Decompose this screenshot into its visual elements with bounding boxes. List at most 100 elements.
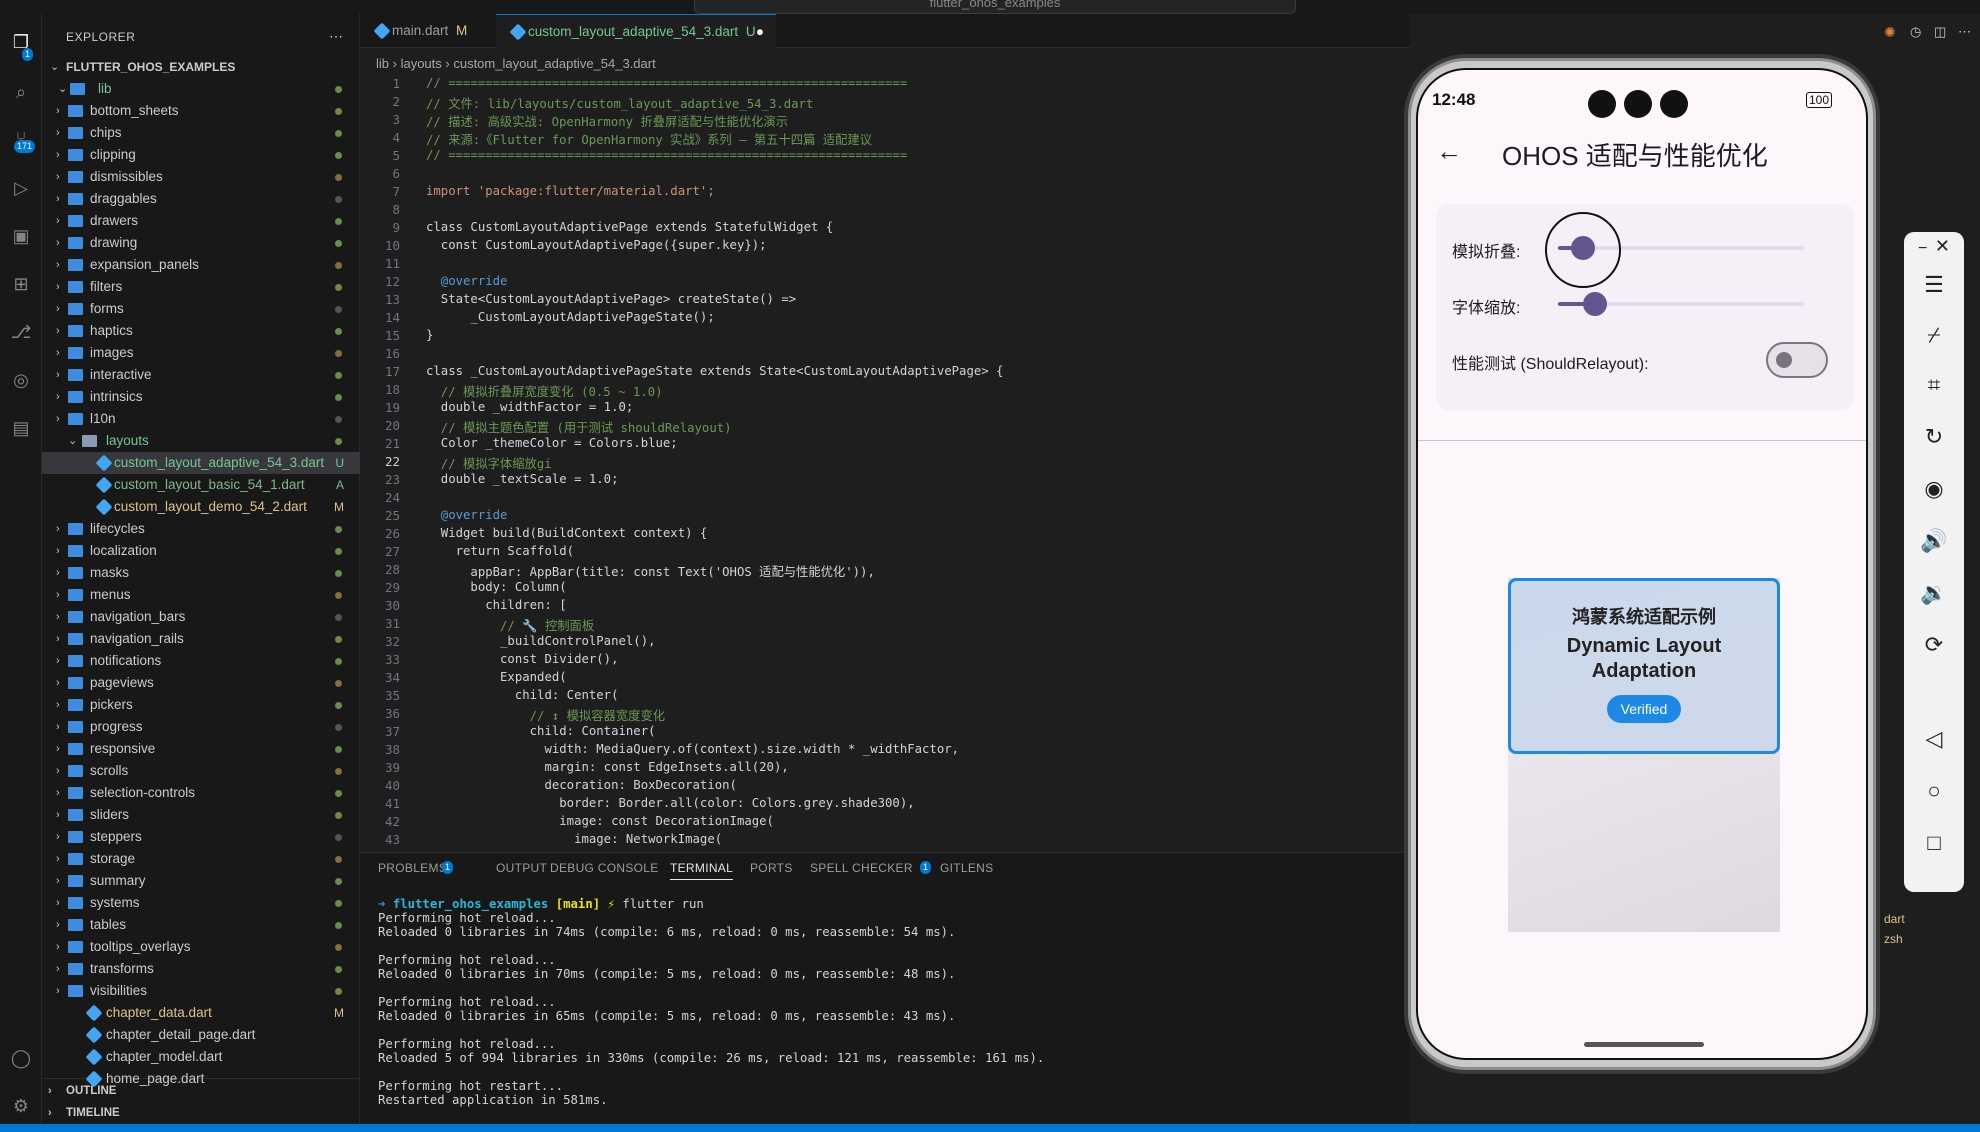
panel-tab[interactable]: PROBLEMS: [378, 861, 447, 875]
folder-row[interactable]: › storage: [42, 848, 360, 870]
history-icon[interactable]: ◷: [1910, 24, 1921, 40]
account-icon[interactable]: ◯: [9, 1046, 33, 1070]
folder-row[interactable]: › navigation_bars: [42, 606, 360, 628]
folder-lib[interactable]: ⌄ lib: [42, 78, 360, 100]
panel-tab[interactable]: TERMINAL: [670, 861, 734, 880]
panel-tab[interactable]: GITLENS: [940, 861, 993, 875]
volume-down-icon[interactable]: 🔉: [1904, 580, 1964, 606]
file-row[interactable]: chapter_detail_page.dart: [42, 1024, 360, 1046]
panel-tab[interactable]: PORTS: [750, 861, 793, 875]
screenshot-tool-icon[interactable]: ⌿: [1904, 322, 1964, 348]
search-icon[interactable]: ⌕: [9, 80, 33, 104]
fold-device-icon[interactable]: ⟳: [1904, 632, 1964, 658]
folder-row[interactable]: › scrolls: [42, 760, 360, 782]
nav-back-icon[interactable]: ◁: [1904, 726, 1964, 752]
folder-row[interactable]: › summary: [42, 870, 360, 892]
menu-icon[interactable]: ☰: [1904, 272, 1964, 298]
fold-slider[interactable]: [1544, 212, 1804, 288]
folder-row[interactable]: › draggables: [42, 188, 360, 210]
folder-row[interactable]: › filters: [42, 276, 360, 298]
file-row-adaptive[interactable]: custom_layout_adaptive_54_3.dart U: [42, 452, 360, 474]
folder-row[interactable]: › haptics: [42, 320, 360, 342]
folder-row[interactable]: › masks: [42, 562, 360, 584]
folder-layouts[interactable]: ⌄ layouts: [42, 430, 360, 452]
git-status-dot: [335, 306, 342, 313]
terminal-list-dart[interactable]: dart: [1884, 912, 1905, 926]
line-number: 40: [384, 778, 400, 793]
more-actions-icon[interactable]: ⋯: [329, 28, 343, 45]
nav-recents-icon[interactable]: □: [1904, 830, 1964, 856]
folder-row[interactable]: › transforms: [42, 958, 360, 980]
folder-row[interactable]: › drawers: [42, 210, 360, 232]
more-editor-actions-icon[interactable]: ⋯: [1958, 24, 1971, 40]
folder-row[interactable]: › forms: [42, 298, 360, 320]
panel-tab[interactable]: SPELL CHECKER: [810, 861, 913, 875]
back-arrow-icon[interactable]: ←: [1436, 136, 1462, 167]
file-row[interactable]: chapter_model.dart: [42, 1046, 360, 1068]
rotate-icon[interactable]: ↻: [1904, 424, 1964, 450]
folder-row[interactable]: › menus: [42, 584, 360, 606]
timeline-section[interactable]: › TIMELINE: [42, 1102, 360, 1124]
extensions-icon[interactable]: ⊞: [9, 272, 33, 296]
panel-tab[interactable]: OUTPUT: [496, 861, 547, 875]
folder-row[interactable]: › systems: [42, 892, 360, 914]
folder-row[interactable]: › navigation_rails: [42, 628, 360, 650]
home-indicator[interactable]: [1584, 1042, 1704, 1047]
run-debug-icon[interactable]: ▷: [9, 176, 33, 200]
folder-row[interactable]: › clipping: [42, 144, 360, 166]
perf-toggle[interactable]: [1766, 342, 1828, 378]
terminal-list-zsh[interactable]: zsh: [1884, 932, 1903, 946]
folder-row[interactable]: › selection-controls: [42, 782, 360, 804]
folder-row[interactable]: › tooltips_overlays: [42, 936, 360, 958]
folder-row[interactable]: › progress: [42, 716, 360, 738]
unsaved-dot-icon[interactable]: ●: [756, 15, 764, 49]
scale-slider-thumb[interactable]: [1582, 292, 1607, 316]
panel-tab[interactable]: DEBUG CONSOLE: [550, 861, 659, 875]
folder-row[interactable]: › bottom_sheets: [42, 100, 360, 122]
folder-row[interactable]: › interactive: [42, 364, 360, 386]
folder-row[interactable]: › visibilities: [42, 980, 360, 1002]
scale-slider[interactable]: [1558, 292, 1804, 316]
folder-row[interactable]: › tables: [42, 914, 360, 936]
record-icon[interactable]: ◉: [1904, 476, 1964, 502]
settings-gear-icon[interactable]: ⚙: [9, 1094, 33, 1118]
file-row[interactable]: home_page.dart: [42, 1068, 360, 1090]
workspace-root-label: FLUTTER_OHOS_EXAMPLES: [66, 60, 236, 74]
breadcrumb-file[interactable]: custom_layout_adaptive_54_3.dart: [453, 56, 655, 71]
file-row[interactable]: chapter_data.dart M: [42, 1002, 360, 1024]
folder-row[interactable]: › lifecycles: [42, 518, 360, 540]
close-icon[interactable]: ✕: [1904, 236, 1964, 257]
folder-row[interactable]: › l10n: [42, 408, 360, 430]
tab-adaptive-dart[interactable]: custom_layout_adaptive_54_3.dart U ●: [496, 14, 776, 48]
flutter-action-icon[interactable]: ✺: [1884, 24, 1896, 41]
file-row-basic[interactable]: custom_layout_basic_54_1.dart A: [42, 474, 360, 496]
tab-main-dart[interactable]: main.dart M: [360, 14, 496, 48]
volume-up-icon[interactable]: 🔊: [1904, 528, 1964, 554]
folder-row[interactable]: › responsive: [42, 738, 360, 760]
folder-row[interactable]: › localization: [42, 540, 360, 562]
folder-row[interactable]: › pageviews: [42, 672, 360, 694]
nav-home-icon[interactable]: ○: [1904, 778, 1964, 804]
breadcrumb-lib[interactable]: lib: [376, 56, 389, 71]
copilot-icon[interactable]: ◎: [9, 368, 33, 392]
file-row-demo[interactable]: custom_layout_demo_54_2.dart M: [42, 496, 360, 518]
breadcrumb-layouts[interactable]: layouts: [401, 56, 442, 71]
crop-icon[interactable]: ⌗: [1904, 372, 1964, 398]
folder-row[interactable]: › chips: [42, 122, 360, 144]
workspace-root[interactable]: ⌄ FLUTTER_OHOS_EXAMPLES: [42, 56, 360, 78]
remote-explorer-icon[interactable]: ▣: [9, 224, 33, 248]
folder-row[interactable]: › intrinsics: [42, 386, 360, 408]
folder-row[interactable]: › pickers: [42, 694, 360, 716]
folder-row[interactable]: › dismissibles: [42, 166, 360, 188]
folder-row[interactable]: › sliders: [42, 804, 360, 826]
folder-row[interactable]: › steppers: [42, 826, 360, 848]
containers-icon[interactable]: ▤: [9, 416, 33, 440]
folder-row[interactable]: › expansion_panels: [42, 254, 360, 276]
folder-label: systems: [90, 895, 140, 910]
git-graph-icon[interactable]: ⎇: [9, 320, 33, 344]
command-center-search[interactable]: flutter_ohos_examples: [694, 0, 1296, 14]
split-editor-icon[interactable]: ◫: [1934, 24, 1946, 40]
folder-row[interactable]: › drawing: [42, 232, 360, 254]
folder-row[interactable]: › notifications: [42, 650, 360, 672]
folder-row[interactable]: › images: [42, 342, 360, 364]
